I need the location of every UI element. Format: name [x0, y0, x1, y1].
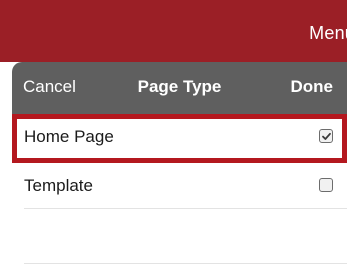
page-type-sheet: Cancel Page Type Done Home Page Template [12, 62, 347, 266]
option-empty [12, 209, 347, 264]
checkbox-checked-icon[interactable] [319, 129, 333, 143]
checkbox-unchecked-icon[interactable] [319, 178, 333, 192]
done-button[interactable]: Done [291, 77, 334, 97]
option-label: Template [24, 176, 93, 195]
checkmark-icon [321, 132, 331, 140]
page-type-options: Home Page Template [12, 114, 347, 264]
divider [24, 263, 347, 264]
sheet-header: Cancel Page Type Done [12, 62, 347, 114]
option-label: Home Page [24, 127, 114, 146]
menu-button[interactable]: Menu [309, 23, 347, 44]
app-bar: Menu [0, 0, 347, 62]
option-home-page[interactable]: Home Page [12, 114, 347, 163]
option-template[interactable]: Template [12, 163, 347, 209]
screen: Menu Cancel Page Type Done Home Page Tem… [0, 0, 347, 266]
